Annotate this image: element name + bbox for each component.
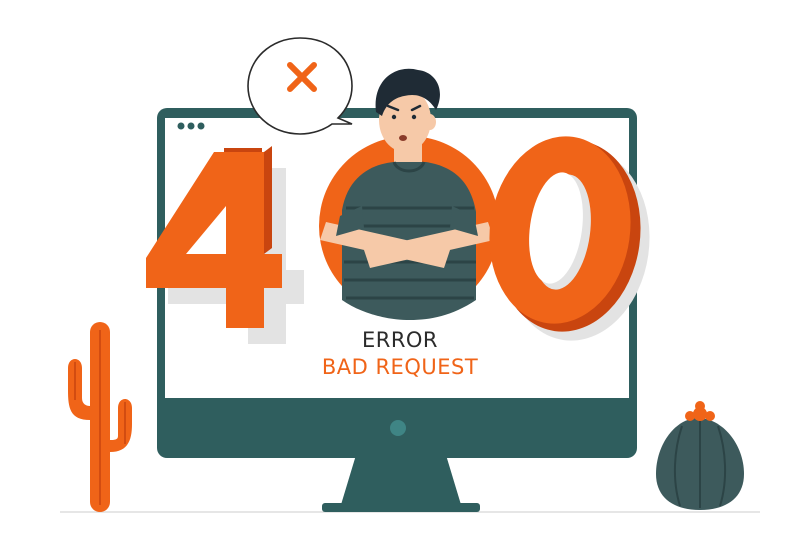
monitor-stand [340, 455, 462, 508]
error-400-illustration [60, 37, 760, 513]
error-label: ERROR [361, 328, 439, 352]
speech-bubble [247, 37, 353, 135]
error-message: BAD REQUEST [321, 355, 479, 379]
three-dots-icon [177, 122, 205, 130]
monitor-base [322, 503, 480, 512]
power-button [390, 420, 406, 436]
cactus-flower [685, 401, 715, 421]
cactus-left [68, 322, 132, 512]
cactus-right [656, 401, 744, 510]
